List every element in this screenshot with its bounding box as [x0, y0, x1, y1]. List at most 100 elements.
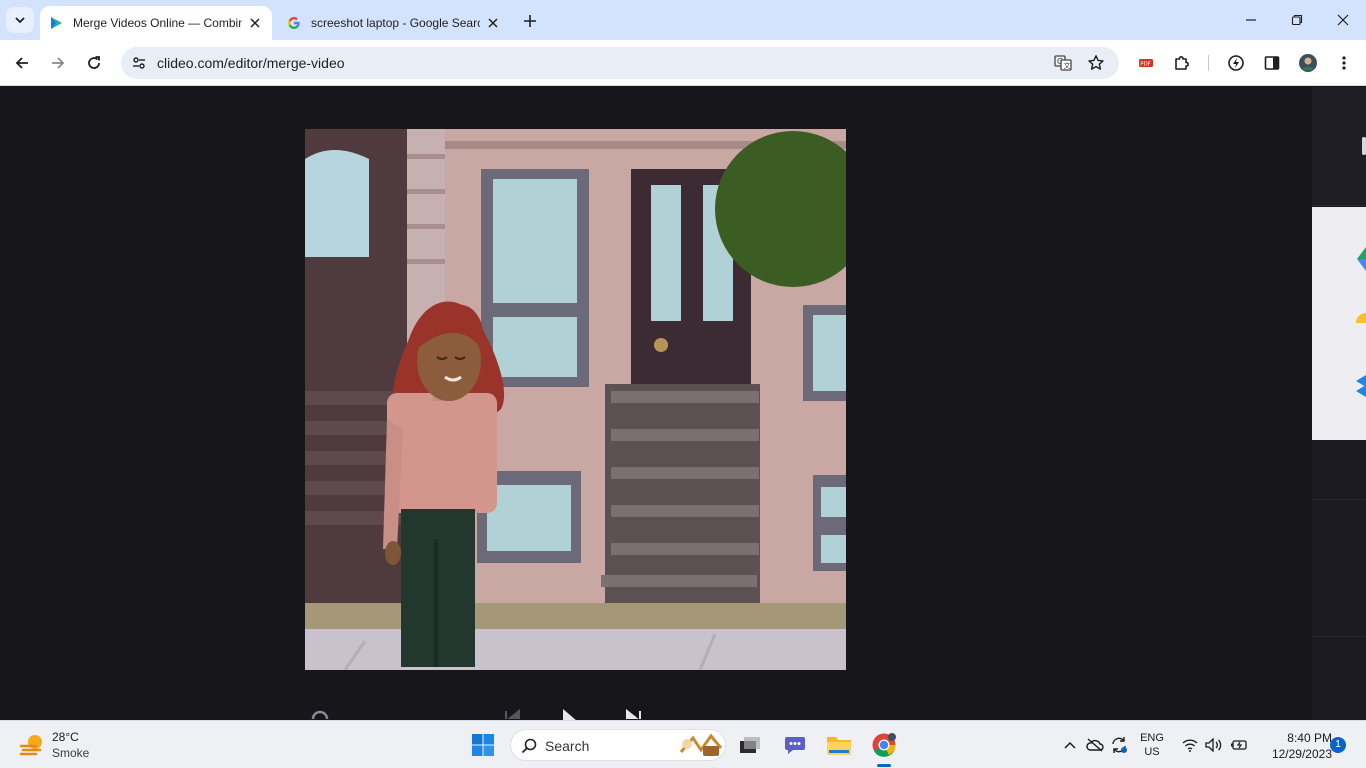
cloud-off-icon [1086, 738, 1104, 752]
volume-button[interactable] [308, 707, 332, 720]
translate-icon[interactable]: G文 [1051, 51, 1075, 75]
arrow-left-icon [15, 57, 28, 69]
taskbar-search[interactable]: Search [510, 729, 726, 761]
task-view-button[interactable] [732, 727, 768, 763]
svg-text:PDF: PDF [1140, 62, 1151, 68]
panel-edge-glyph [1362, 137, 1366, 155]
windows-logo-icon [472, 734, 494, 756]
battery-tray-icon[interactable] [1228, 729, 1250, 761]
tab-strip: Merge Videos Online — Combine screeshot … [0, 0, 1366, 40]
file-explorer-button[interactable] [821, 727, 857, 763]
chevron-up-icon [1064, 741, 1076, 749]
menu-button[interactable] [1330, 49, 1358, 77]
back-button[interactable] [8, 49, 36, 77]
sync-icon [1112, 737, 1127, 753]
play-button[interactable] [558, 707, 582, 720]
dropbox-icon[interactable] [1356, 375, 1366, 402]
clock-date: 12/29/2023 [1271, 747, 1332, 761]
chevron-down-icon [15, 17, 25, 24]
side-panel-header [1312, 87, 1366, 206]
plus-icon [524, 15, 536, 27]
clock-time: 8:40 PM [1287, 731, 1332, 745]
folder-icon [827, 737, 851, 755]
language-region: US [1144, 746, 1160, 758]
speaker-icon [1205, 738, 1222, 752]
new-tab-button[interactable] [519, 10, 541, 32]
search-highlight-icon [679, 733, 723, 756]
video-preview[interactable] [305, 129, 846, 670]
page-content [0, 87, 1366, 720]
taskbar-clock[interactable]: 8:40 PM 12/29/2023 [1252, 730, 1332, 762]
language-code: ENG [1140, 732, 1164, 744]
weather-widget[interactable]: 28°C Smoke [16, 727, 126, 763]
puzzle-icon [1175, 56, 1189, 70]
search-label: Search [545, 738, 590, 754]
play-icon [563, 709, 576, 720]
reload-icon [88, 56, 100, 69]
skip-back-icon [505, 708, 520, 719]
volume-icon [311, 710, 329, 719]
pdf-extension-icon: PDF [1139, 59, 1153, 68]
side-panel-section [1312, 499, 1366, 637]
google-drive-icon[interactable] [1357, 247, 1366, 276]
player-controls [300, 707, 660, 720]
bookmark-star-icon[interactable] [1084, 51, 1108, 75]
close-tab-icon[interactable] [484, 14, 502, 32]
browser-toolbar: clideo.com/editor/merge-video G文 PDF [0, 40, 1366, 86]
language-indicator[interactable]: ENG US [1136, 729, 1168, 761]
forward-button[interactable] [44, 49, 72, 77]
site-settings-icon[interactable] [127, 51, 151, 75]
tab-google-search[interactable]: screeshot laptop - Google Search [278, 6, 510, 40]
chrome-taskbar-button[interactable] [866, 727, 902, 763]
extensions-button[interactable] [1168, 49, 1196, 77]
start-button[interactable] [465, 727, 501, 763]
weather-temp: 28°C [52, 730, 79, 744]
weather-condition: Smoke [52, 746, 90, 760]
profile-button[interactable] [1294, 49, 1322, 77]
notification-badge[interactable]: 1 [1330, 737, 1346, 753]
tab-title: Merge Videos Online — Combine [73, 16, 242, 30]
performance-button[interactable] [1222, 49, 1250, 77]
minimize-button[interactable] [1228, 6, 1274, 34]
arrow-right-icon [52, 57, 65, 69]
upload-sources [1312, 207, 1366, 440]
close-icon [1337, 14, 1349, 26]
active-app-indicator [877, 764, 891, 767]
next-button[interactable] [622, 707, 646, 720]
sync-tray-icon[interactable] [1108, 729, 1130, 761]
skip-forward-icon [626, 708, 641, 719]
close-tab-icon[interactable] [246, 14, 264, 32]
volume-tray-icon[interactable] [1204, 729, 1224, 761]
extension-pdf-button[interactable]: PDF [1132, 49, 1160, 77]
avatar-icon [1299, 54, 1317, 72]
restore-icon [1291, 14, 1303, 26]
url-text: clideo.com/editor/merge-video [157, 55, 345, 71]
chat-icon [785, 737, 805, 754]
previous-button[interactable] [500, 707, 524, 720]
restore-button[interactable] [1274, 6, 1320, 34]
wifi-icon [1182, 739, 1198, 752]
onedrive-tray-icon[interactable] [1084, 729, 1106, 761]
minimize-icon [1246, 19, 1256, 21]
close-window-button[interactable] [1320, 6, 1366, 34]
toolbar-divider [1208, 55, 1209, 71]
wifi-tray-icon[interactable] [1180, 729, 1200, 761]
google-photos-icon[interactable] [1356, 313, 1366, 332]
speed-bolt-icon [1228, 55, 1244, 71]
address-bar[interactable]: clideo.com/editor/merge-video G文 [121, 47, 1119, 79]
reload-button[interactable] [80, 49, 108, 77]
side-panel-button[interactable] [1258, 49, 1286, 77]
teams-chat-button[interactable] [777, 727, 813, 763]
task-view-icon [740, 737, 760, 753]
search-icon [521, 738, 537, 754]
windows-taskbar: 28°C Smoke Search ENG US 8:40 PM 12/29/2… [0, 720, 1366, 768]
tab-merge-videos[interactable]: Merge Videos Online — Combine [40, 6, 272, 40]
side-panel-icon [1264, 56, 1280, 70]
google-g-icon [286, 15, 302, 31]
chrome-icon [872, 733, 896, 757]
tab-search-button[interactable] [6, 7, 34, 33]
screen: Merge Videos Online — Combine screeshot … [0, 0, 1366, 768]
battery-charging-icon [1231, 740, 1247, 750]
show-hidden-icons-button[interactable] [1060, 729, 1080, 761]
svg-text:文: 文 [1064, 61, 1071, 70]
